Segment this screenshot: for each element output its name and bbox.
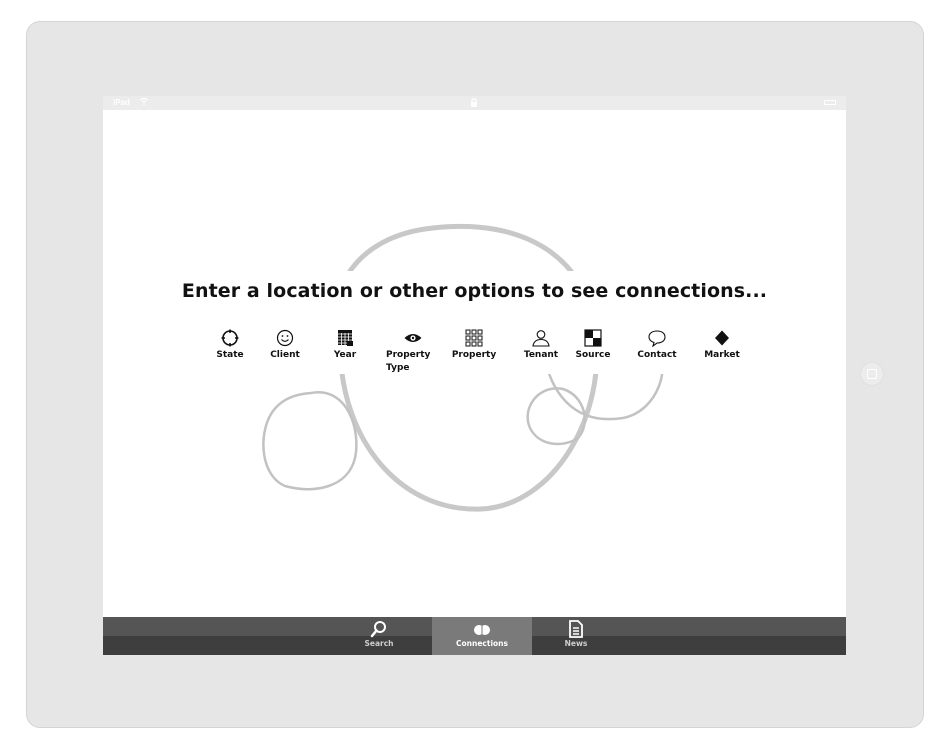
- option-label: Source: [575, 350, 611, 360]
- option-label: Market: [704, 350, 740, 360]
- option-label: Contact: [637, 350, 677, 360]
- page-title-text: Enter a location or other options to see…: [175, 280, 774, 302]
- tab-label: Search: [364, 639, 394, 648]
- speech-bubble-icon: [648, 330, 666, 347]
- tab-bar: Search Connections News: [103, 617, 846, 655]
- option-label: Property Type: [386, 350, 431, 373]
- checkerboard-icon: [584, 329, 602, 347]
- crosshair-circle-icon: [221, 329, 239, 347]
- option-label: Property: [451, 350, 497, 360]
- option-label: Year: [333, 350, 357, 360]
- calendar-icon: [338, 330, 353, 346]
- person-icon: [532, 330, 550, 347]
- tab-label: News: [564, 639, 588, 648]
- app-screen: iPad Enter a location or other options t…: [103, 96, 846, 655]
- home-square-icon: [867, 369, 877, 379]
- tab-news[interactable]: News: [526, 617, 626, 655]
- magnifier-icon: [370, 621, 386, 638]
- page-title: Enter a location or other options to see…: [103, 280, 846, 302]
- option-source[interactable]: Source: [558, 329, 628, 362]
- option-property[interactable]: Property: [439, 329, 509, 362]
- tab-label: Connections: [456, 639, 508, 648]
- grid-icon: [465, 329, 483, 347]
- diamond-icon: [715, 330, 729, 346]
- option-market[interactable]: Market: [687, 329, 757, 362]
- home-button[interactable]: [860, 362, 884, 386]
- eye-icon: [404, 334, 422, 342]
- connections-icon: [474, 625, 490, 635]
- smiley-icon: [276, 329, 294, 347]
- tab-connections[interactable]: Connections: [432, 617, 532, 655]
- document-icon: [569, 620, 583, 638]
- tab-search[interactable]: Search: [329, 617, 429, 655]
- connections-sketch-graphic: [262, 223, 664, 512]
- option-year[interactable]: Year: [310, 329, 380, 362]
- option-contact[interactable]: Contact: [622, 329, 692, 362]
